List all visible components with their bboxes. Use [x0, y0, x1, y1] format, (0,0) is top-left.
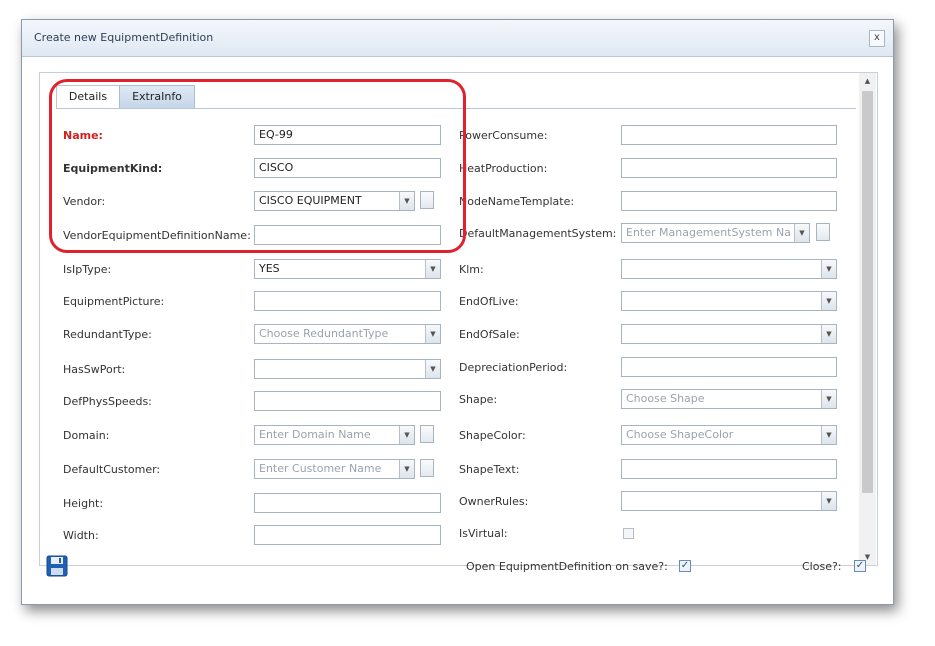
chevron-down-icon[interactable]: ▼ — [821, 426, 836, 444]
redundanttype-label: RedundantType: — [63, 328, 152, 341]
heatproduction-input[interactable] — [621, 158, 837, 178]
powerconsume-input[interactable] — [621, 125, 837, 145]
hasswport-label: HasSwPort: — [63, 363, 126, 376]
domain-placeholder: Enter Domain Name — [259, 428, 371, 441]
chevron-down-icon[interactable]: ▼ — [821, 260, 836, 278]
endoflive-select[interactable]: ▼ — [621, 291, 837, 311]
chevron-down-icon[interactable]: ▼ — [821, 292, 836, 310]
chevron-down-icon[interactable]: ▼ — [821, 492, 836, 510]
chevron-down-icon[interactable]: ▼ — [821, 325, 836, 343]
form-scrollbar[interactable]: ▲ ▼ — [859, 73, 876, 565]
redundanttype-placeholder: Choose RedundantType — [259, 327, 389, 340]
shape-label: Shape: — [459, 393, 498, 406]
domain-lookup-button[interactable] — [420, 425, 434, 443]
check-icon: ✓ — [855, 560, 865, 571]
defaultmanagementsystem-placeholder: Enter ManagementSystem Na — [626, 226, 791, 239]
powerconsume-label: PowerConsume: — [459, 129, 548, 142]
chevron-down-icon[interactable]: ▼ — [821, 390, 836, 408]
depreciationperiod-label: DepreciationPeriod: — [459, 361, 568, 374]
create-equipment-definition-dialog: Create new EquipmentDefinition x Details… — [21, 19, 894, 605]
defaultcustomer-placeholder: Enter Customer Name — [259, 462, 382, 475]
dialog-title: Create new EquipmentDefinition — [34, 31, 214, 44]
shapetext-label: ShapeText: — [459, 463, 520, 476]
close-button[interactable]: x — [869, 30, 885, 47]
shapecolor-label: ShapeColor: — [459, 429, 526, 442]
open-on-save-checkbox[interactable]: ✓ — [679, 560, 691, 572]
floppy-disk-icon — [46, 555, 68, 577]
domain-combobox[interactable]: Enter Domain Name ▼ — [254, 425, 415, 445]
endofsale-label: EndOfSale: — [459, 328, 520, 341]
shapecolor-placeholder: Choose ShapeColor — [626, 428, 734, 441]
nodenametemplate-label: NodeNameTemplate: — [459, 195, 575, 208]
hasswport-select[interactable]: ▼ — [254, 359, 441, 379]
chevron-down-icon[interactable]: ▼ — [425, 260, 440, 278]
defaultmanagementsystem-lookup-button[interactable] — [816, 223, 830, 241]
equipmentpicture-input[interactable] — [254, 291, 441, 311]
defaultcustomer-label: DefaultCustomer: — [63, 463, 161, 476]
ownerrules-select[interactable]: ▼ — [621, 491, 837, 511]
height-label: Height: — [63, 497, 104, 510]
shape-select[interactable]: Choose Shape ▼ — [621, 389, 837, 409]
chevron-down-icon[interactable]: ▼ — [794, 224, 809, 242]
chevron-down-icon[interactable]: ▼ — [425, 325, 440, 343]
defphysspeeds-input[interactable] — [254, 391, 441, 411]
defaultcustomer-combobox[interactable]: Enter Customer Name ▼ — [254, 459, 415, 479]
shapecolor-select[interactable]: Choose ShapeColor ▼ — [621, 425, 837, 445]
redundanttype-select[interactable]: Choose RedundantType ▼ — [254, 324, 441, 344]
isvirtual-label: IsVirtual: — [459, 527, 508, 540]
height-input[interactable] — [254, 493, 441, 513]
depreciationperiod-input[interactable] — [621, 357, 837, 377]
klm-label: Klm: — [459, 263, 484, 276]
dialog-titlebar: Create new EquipmentDefinition x — [22, 20, 893, 57]
endoflive-label: EndOfLive: — [459, 295, 519, 308]
isiptype-value: YES — [259, 262, 280, 275]
close-after-save-label: Close?: — [802, 560, 842, 573]
isvirtual-checkbox[interactable] — [623, 528, 634, 539]
equipmentpicture-label: EquipmentPicture: — [63, 295, 165, 308]
defaultmanagementsystem-combobox[interactable]: Enter ManagementSystem Na ▼ — [621, 223, 810, 243]
shapetext-input[interactable] — [621, 459, 837, 479]
defphysspeeds-label: DefPhysSpeeds: — [63, 395, 152, 408]
isiptype-label: IsIpType: — [63, 263, 112, 276]
close-after-save-checkbox[interactable]: ✓ — [854, 560, 866, 572]
open-on-save-label: Open EquipmentDefinition on save?: — [466, 560, 668, 573]
chevron-down-icon[interactable]: ▼ — [425, 360, 440, 378]
check-icon: ✓ — [680, 560, 690, 571]
klm-select[interactable]: ▼ — [621, 259, 837, 279]
scroll-up-icon[interactable]: ▲ — [859, 73, 876, 89]
nodenametemplate-input[interactable] — [621, 191, 837, 211]
isiptype-select[interactable]: YES ▼ — [254, 259, 441, 279]
heatproduction-label: HeatProduction: — [459, 162, 548, 175]
save-button[interactable] — [46, 555, 68, 577]
required-fields-highlight — [49, 79, 466, 253]
defaultcustomer-lookup-button[interactable] — [420, 459, 434, 477]
ownerrules-label: OwnerRules: — [459, 495, 529, 508]
scrollbar-thumb[interactable] — [862, 91, 873, 493]
domain-label: Domain: — [63, 429, 110, 442]
shape-placeholder: Choose Shape — [626, 392, 705, 405]
endofsale-select[interactable]: ▼ — [621, 324, 837, 344]
chevron-down-icon[interactable]: ▼ — [399, 426, 414, 444]
chevron-down-icon[interactable]: ▼ — [399, 460, 414, 478]
width-input[interactable] — [254, 525, 441, 545]
defaultmanagementsystem-label: DefaultManagementSystem: — [459, 227, 617, 240]
width-label: Width: — [63, 529, 99, 542]
